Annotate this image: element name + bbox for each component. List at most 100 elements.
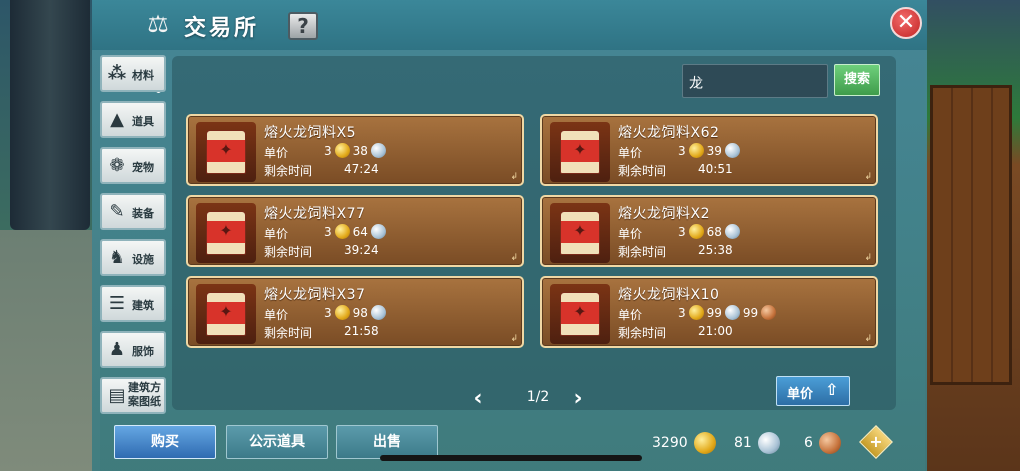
copper-value: 99: [742, 305, 759, 320]
dragon-feed-icon: ✦: [196, 122, 256, 182]
title-bar: ⚖ 交易所 ? ✕: [92, 0, 927, 50]
gold-value: 3: [678, 305, 686, 320]
gold-value: 3: [678, 224, 686, 239]
sidebar-item-blueprints[interactable]: ▤ 建筑方案图纸: [100, 377, 166, 414]
clothing-icon: ♟: [108, 339, 126, 360]
next-page-button[interactable]: ›: [568, 386, 588, 411]
sidebar-item-label: 建筑: [132, 299, 154, 312]
dragon-feed-icon: ✦: [550, 284, 610, 344]
sort-label: 单价: [787, 387, 814, 402]
silver-coin-icon: [724, 224, 740, 239]
remaining-time: 25:38: [698, 243, 733, 257]
silver-value: 68: [706, 224, 722, 239]
sidebar-item-facilities[interactable]: ♞ 设施: [100, 239, 166, 276]
dragon-feed-icon: ✦: [196, 284, 256, 344]
unit-price: 3 39: [678, 143, 740, 158]
gold-value: 3: [324, 143, 332, 158]
sort-by-unit-price-button[interactable]: 单价 ⇧: [776, 376, 850, 406]
silver-value: 99: [706, 305, 722, 320]
scales-icon: ⚖: [147, 10, 169, 38]
close-button[interactable]: ✕: [890, 7, 922, 39]
remaining-time: 47:24: [344, 162, 379, 176]
silver-value: 39: [706, 143, 722, 158]
sidebar-item-buildings[interactable]: ☰ 建筑: [100, 285, 166, 322]
gold-coin-icon: [693, 432, 716, 454]
ore-icon: ⁂: [107, 63, 127, 84]
copper-coin-icon: [818, 432, 841, 454]
sidebar-item-label: 设施: [132, 253, 154, 266]
unit-price: 3 64: [324, 224, 386, 239]
background-tower: [10, 0, 90, 230]
unit-price-label: 单价: [264, 308, 289, 322]
sidebar-item-tools[interactable]: ▲ 道具: [100, 101, 166, 138]
gold-balance: 3290: [652, 432, 716, 454]
silver-coin-icon: [370, 305, 386, 320]
sidebar-item-label: 装备: [132, 207, 154, 220]
remaining-time: 21:58: [344, 324, 379, 338]
silver-coin-icon: [370, 143, 386, 158]
public-items-tab-button[interactable]: 公示道具: [226, 425, 328, 459]
bottom-bar: 购买 公示道具 出售 3290 81 6 +: [92, 418, 927, 471]
sidebar-item-label: 材料: [132, 69, 154, 82]
search-button[interactable]: 搜索: [834, 64, 880, 96]
gold-amount: 3290: [652, 435, 688, 451]
listing-panel: 龙 搜索 ✦ 熔火龙饲料X5 单价 3 38 剩余时间 47:24 ↲ ✦ 熔火…: [172, 56, 896, 411]
gold-value: 3: [324, 305, 332, 320]
unit-price-label: 单价: [264, 146, 289, 160]
silver-coin-icon: [724, 143, 740, 158]
gold-coin-icon: [688, 305, 704, 320]
listing-card[interactable]: ✦ 熔火龙饲料X2 单价 3 68 剩余时间 25:38 ↲: [540, 195, 878, 267]
silver-value: 64: [352, 224, 368, 239]
listing-card[interactable]: ✦ 熔火龙饲料X37 单价 3 98 剩余时间 21:58 ↲: [186, 276, 524, 348]
sidebar-item-label: 道具: [132, 115, 154, 128]
dragon-feed-icon: ✦: [550, 203, 610, 263]
corner-icon: ↲: [510, 253, 518, 263]
remaining-time-label: 剩余时间: [618, 326, 667, 340]
sidebar-item-pets[interactable]: ❁ 宠物: [100, 147, 166, 184]
gold-coin-icon: [688, 224, 704, 239]
sidebar-item-materials[interactable]: ⁂ 材料: [100, 55, 166, 92]
exchange-window: ⚖ 交易所 ? ✕ ⁂ 材料 ▲ 道具 ❁ 宠物 ✎ 装备 ♞ 设施 ☰ 建筑: [92, 0, 927, 471]
remaining-time-label: 剩余时间: [264, 245, 313, 259]
remaining-time-label: 剩余时间: [264, 164, 313, 178]
help-button[interactable]: ?: [288, 12, 318, 40]
listing-card[interactable]: ✦ 熔火龙饲料X77 单价 3 64 剩余时间 39:24 ↲: [186, 195, 524, 267]
item-name: 熔火龙饲料X10: [618, 287, 720, 303]
sell-tab-button[interactable]: 出售: [336, 425, 438, 459]
background-wooden-crate: [930, 85, 1012, 385]
home-indicator[interactable]: [380, 455, 642, 461]
dragon-feed-icon: ✦: [550, 122, 610, 182]
background-ground: [0, 230, 100, 471]
paw-icon: ❁: [109, 155, 125, 176]
gold-coin-icon: [688, 143, 704, 158]
corner-icon: ↲: [510, 172, 518, 182]
gold-value: 3: [678, 143, 686, 158]
sidebar-item-clothing[interactable]: ♟ 服饰: [100, 331, 166, 368]
remaining-time-label: 剩余时间: [264, 326, 313, 340]
previous-page-button[interactable]: ‹: [468, 386, 488, 411]
add-currency-button[interactable]: +: [859, 425, 893, 459]
silver-coin-icon: [757, 432, 780, 454]
corner-icon: ↲: [864, 253, 872, 263]
gold-value: 3: [324, 224, 332, 239]
copper-coin-icon: [761, 305, 777, 320]
search-input[interactable]: 龙: [682, 64, 828, 98]
buy-tab-button[interactable]: 购买: [114, 425, 216, 459]
remaining-time-label: 剩余时间: [618, 245, 667, 259]
unit-price-label: 单价: [264, 227, 289, 241]
building-icon: ☰: [108, 293, 126, 314]
listing-card[interactable]: ✦ 熔火龙饲料X5 单价 3 38 剩余时间 47:24 ↲: [186, 114, 524, 186]
dragon-feed-icon: ✦: [196, 203, 256, 263]
facility-icon: ♞: [108, 247, 126, 268]
sidebar-item-label: 宠物: [132, 161, 154, 174]
unit-price: 3 38: [324, 143, 386, 158]
copper-amount: 6: [804, 435, 813, 451]
unit-price-label: 单价: [618, 227, 643, 241]
gold-coin-icon: [334, 305, 350, 320]
listing-card[interactable]: ✦ 熔火龙饲料X10 单价 3 99 99 剩余时间 21:00 ↲: [540, 276, 878, 348]
silver-value: 38: [352, 143, 368, 158]
listing-card[interactable]: ✦ 熔火龙饲料X62 单价 3 39 剩余时间 40:51 ↲: [540, 114, 878, 186]
silver-amount: 81: [734, 435, 752, 451]
unit-price: 3 99 99: [678, 305, 777, 320]
sidebar-item-equipment[interactable]: ✎ 装备: [100, 193, 166, 230]
